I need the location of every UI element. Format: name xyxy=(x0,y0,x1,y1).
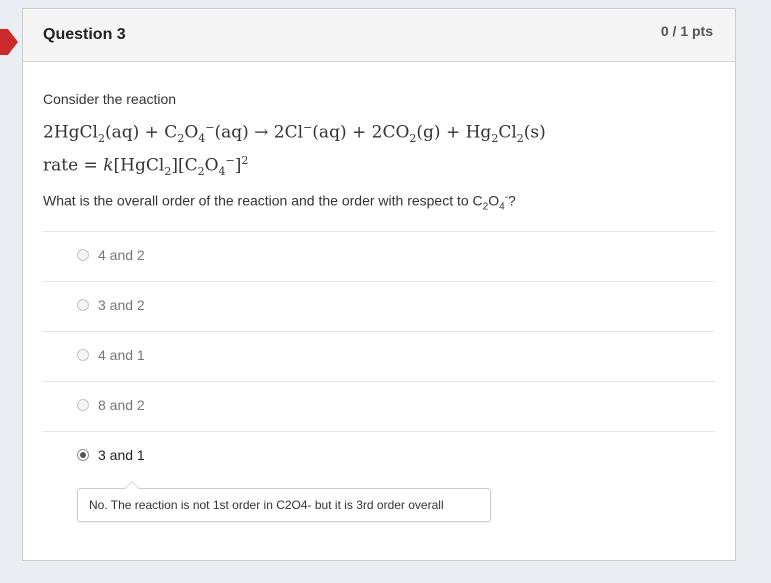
question-prompt: What is the overall order of the reactio… xyxy=(43,192,516,213)
answer-label[interactable]: 8 and 2 xyxy=(98,397,145,413)
answer-label[interactable]: 4 and 1 xyxy=(98,347,145,363)
answer-option[interactable]: 3 and 2 xyxy=(43,281,715,331)
radio-button[interactable] xyxy=(77,399,89,411)
question-title: Question 3 xyxy=(43,26,126,43)
question-points: 0 / 1 pts xyxy=(660,23,713,39)
answer-option[interactable]: 4 and 2 xyxy=(43,231,715,281)
answer-label[interactable]: 4 and 2 xyxy=(98,247,145,263)
feedback-text: No. The reaction is not 1st order in C2O… xyxy=(89,498,444,512)
answer-option[interactable]: 4 and 1 xyxy=(43,331,715,381)
question-intro: Consider the reaction xyxy=(43,91,177,107)
radio-button-checked[interactable] xyxy=(77,449,89,461)
feedback-tooltip: No. The reaction is not 1st order in C2O… xyxy=(77,481,491,522)
radio-button[interactable] xyxy=(77,299,89,311)
rate-law: rate = k[HgCl2][C2O4−]2 xyxy=(43,154,249,179)
answer-option-selected[interactable]: 3 and 1 xyxy=(43,431,715,481)
question-card: Question 3 0 / 1 pts Consider the reacti… xyxy=(22,8,736,561)
answer-list: 4 and 2 3 and 2 4 and 1 8 and 2 3 and 1 xyxy=(43,231,715,481)
radio-button[interactable] xyxy=(77,349,89,361)
question-header: Question 3 0 / 1 pts xyxy=(23,9,735,62)
radio-button[interactable] xyxy=(77,249,89,261)
answer-option[interactable]: 8 and 2 xyxy=(43,381,715,431)
reaction-equation: 2HgCl2(aq) + C2O4−(aq) → 2Cl−(aq) + 2CO2… xyxy=(43,121,546,146)
answer-label[interactable]: 3 and 1 xyxy=(98,447,145,463)
answer-label[interactable]: 3 and 2 xyxy=(98,297,145,313)
